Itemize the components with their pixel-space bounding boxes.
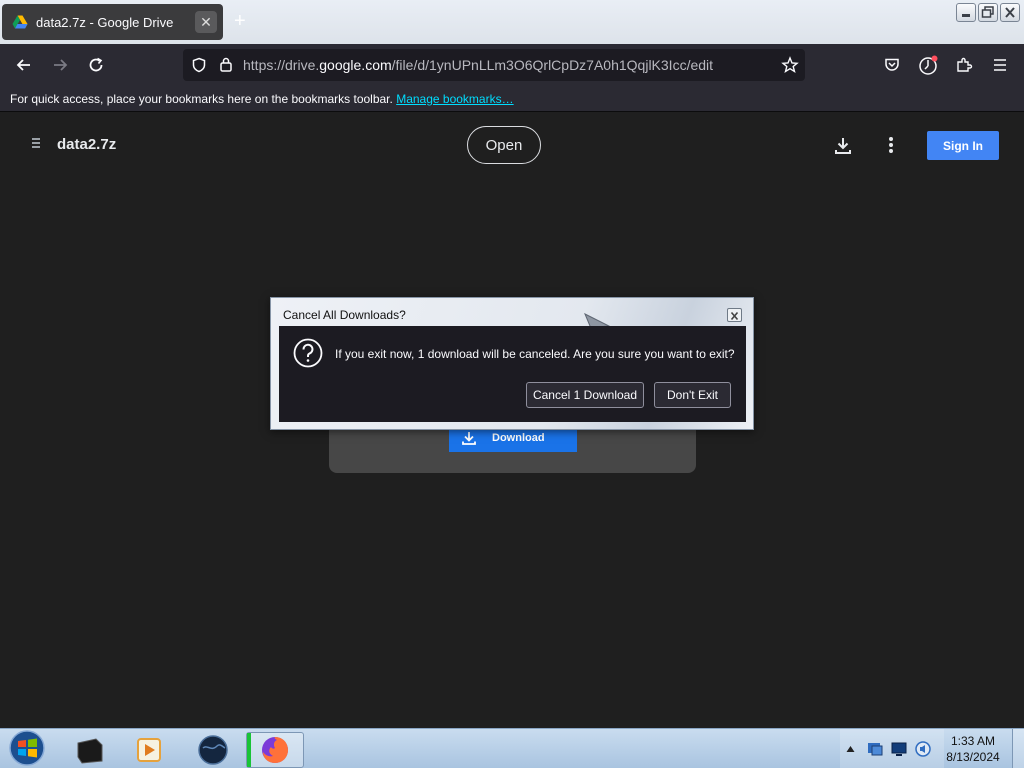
- minimize-icon[interactable]: [956, 3, 976, 22]
- firefox-icon: [262, 737, 288, 763]
- cancel-download-button[interactable]: Cancel 1 Download: [526, 382, 644, 408]
- more-options-icon[interactable]: [886, 135, 896, 155]
- bookmarks-hint: For quick access, place your bookmarks h…: [10, 92, 514, 106]
- terminal-app-icon[interactable]: [64, 732, 114, 768]
- download-icon[interactable]: [833, 135, 853, 155]
- dialog-close-icon[interactable]: [727, 308, 742, 322]
- menu-icon[interactable]: [988, 53, 1012, 77]
- tab-title: data2.7z - Google Drive: [36, 14, 174, 30]
- media-player-icon[interactable]: [124, 732, 174, 768]
- download-arrow-icon: [462, 432, 476, 445]
- dont-exit-button[interactable]: Don't Exit: [654, 382, 731, 408]
- screen: data2.7z - Google Drive ✕ + https://driv…: [0, 0, 1024, 768]
- bookmark-star-icon[interactable]: [781, 56, 799, 74]
- question-icon: [293, 338, 323, 368]
- show-hidden-icons-icon[interactable]: [846, 745, 855, 753]
- cancel-downloads-dialog: Cancel All Downloads? If you exit now, 1…: [270, 297, 754, 430]
- pocket-icon[interactable]: [880, 53, 904, 77]
- tracking-protection-shield-icon[interactable]: [191, 57, 207, 73]
- clock-time: 1:33 AM: [950, 734, 996, 748]
- tab-strip: data2.7z - Google Drive ✕ +: [0, 0, 1024, 44]
- start-button[interactable]: [2, 730, 52, 766]
- manage-bookmarks-link[interactable]: Manage bookmarks…: [396, 92, 513, 106]
- google-drive-icon: [12, 15, 28, 29]
- dialog-message: If you exit now, 1 download will be canc…: [335, 347, 735, 361]
- lock-icon[interactable]: [219, 56, 233, 73]
- taskbar: 1:33 AM 8/13/2024: [0, 728, 1024, 768]
- account-icon[interactable]: [916, 53, 940, 77]
- windows-logo-icon: [9, 730, 45, 766]
- archive-file-icon: [32, 138, 40, 148]
- firefox-taskbar-button[interactable]: [246, 732, 304, 768]
- restore-icon[interactable]: [978, 3, 998, 22]
- sign-in-button[interactable]: Sign In: [927, 131, 999, 160]
- reload-icon[interactable]: [84, 53, 108, 77]
- window-close-icon[interactable]: [1000, 3, 1020, 22]
- dialog-body: If you exit now, 1 download will be canc…: [279, 326, 746, 422]
- open-button[interactable]: Open: [467, 126, 541, 164]
- globe-app-icon[interactable]: [188, 732, 238, 768]
- system-clock[interactable]: 1:33 AM 8/13/2024: [940, 733, 1006, 765]
- url-bar[interactable]: https://drive.google.com/file/d/1ynUPnLL…: [183, 49, 805, 81]
- tab-google-drive[interactable]: data2.7z - Google Drive ✕: [2, 4, 223, 40]
- bookmarks-toolbar: For quick access, place your bookmarks h…: [0, 86, 1024, 112]
- extensions-icon[interactable]: [952, 53, 976, 77]
- display-icon[interactable]: [890, 740, 908, 758]
- navigation-toolbar: https://drive.google.com/file/d/1ynUPnLL…: [0, 44, 1024, 86]
- bookmarks-hint-text: For quick access, place your bookmarks h…: [10, 92, 393, 106]
- network-icon[interactable]: [866, 740, 884, 758]
- new-tab-icon[interactable]: +: [234, 10, 246, 32]
- clock-date: 8/13/2024: [946, 750, 1000, 764]
- system-tray: [840, 729, 944, 768]
- download-button-label: Download: [492, 432, 545, 444]
- volume-icon[interactable]: [914, 740, 932, 758]
- back-icon[interactable]: [12, 53, 36, 77]
- show-desktop-button[interactable]: [1012, 729, 1024, 768]
- url-text: https://drive.google.com/file/d/1ynUPnLL…: [243, 57, 714, 73]
- dialog-title: Cancel All Downloads?: [283, 308, 406, 322]
- forward-icon[interactable]: [48, 53, 72, 77]
- tab-close-icon[interactable]: ✕: [195, 11, 217, 33]
- file-name: data2.7z: [57, 136, 117, 153]
